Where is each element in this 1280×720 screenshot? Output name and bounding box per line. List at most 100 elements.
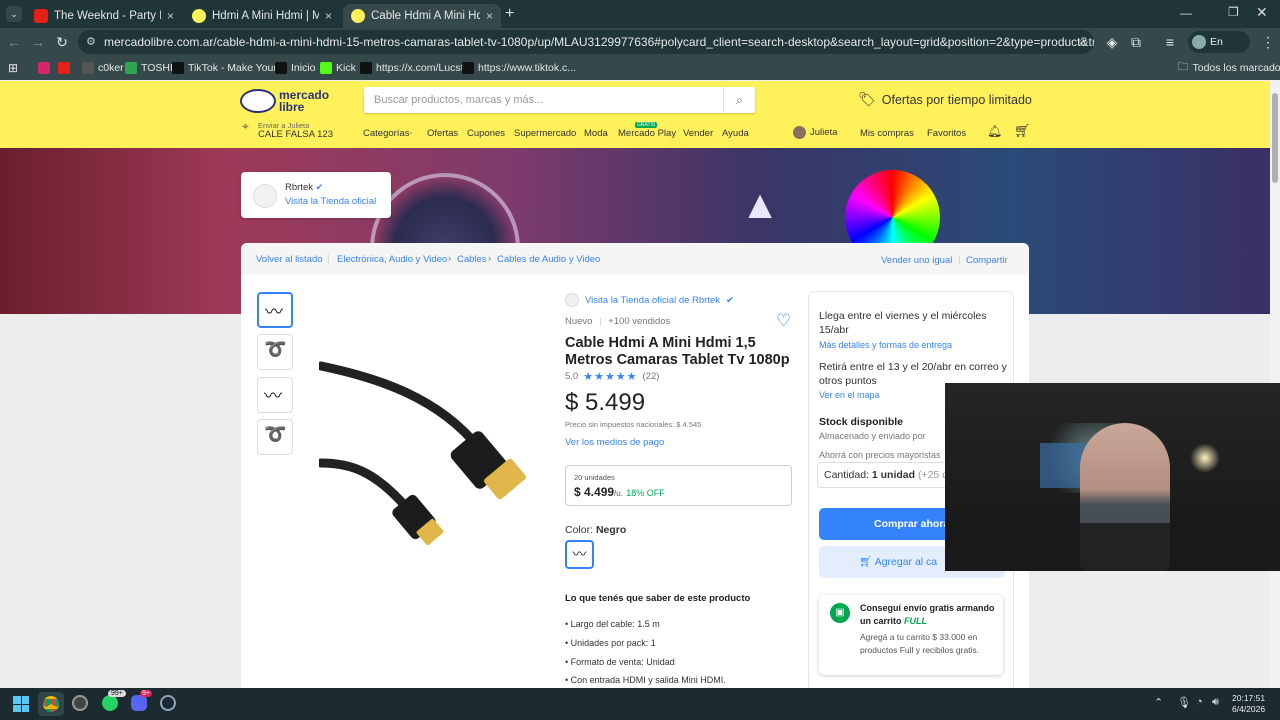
nav-mercado-play[interactable]: Mercado Play: [618, 128, 676, 139]
bookmark-item[interactable]: TOSHI: [125, 60, 173, 76]
thumbnail-4[interactable]: ➰: [257, 419, 293, 455]
tray-chevron-icon[interactable]: ⌃: [1154, 696, 1163, 709]
delivery-details-link[interactable]: Más detalles y formas de entrega: [819, 340, 952, 350]
bookmark-item[interactable]: https://www.tiktok.c...: [462, 60, 576, 76]
maximize-button[interactable]: ❐: [1228, 5, 1239, 19]
promo-link[interactable]: 🏷 Ofertas por tiempo limitado: [858, 91, 1032, 108]
share-link[interactable]: Compartir: [966, 255, 1008, 266]
bookmark-item[interactable]: https://x.com/Lucst...: [360, 60, 472, 76]
address-bar: ← → ↻ ⚙ mercadolibre.com.ar/cable-hdmi-a…: [0, 28, 1280, 70]
map-link[interactable]: Ver en el mapa: [819, 390, 880, 400]
search-input[interactable]: Buscar productos, marcas y más... ⌕: [364, 87, 755, 113]
features-list: • Largo del cable: 1.5 m • Unidades por …: [565, 615, 726, 688]
sold-count: +100 vendidos: [608, 316, 671, 327]
clock[interactable]: 20:17:51 6/4/2026: [1232, 693, 1265, 715]
bookmark-item[interactable]: Inicio: [275, 60, 316, 76]
title-line-2: Metros Camaras Tablet Tv 1080p: [565, 352, 790, 368]
bookmark-item[interactable]: Kick: [320, 60, 356, 76]
close-icon[interactable]: ×: [325, 9, 332, 23]
apps-icon[interactable]: ⊞: [8, 60, 18, 76]
forward-icon[interactable]: →: [28, 32, 48, 52]
whatsapp-taskbar-icon[interactable]: [102, 695, 118, 711]
bulk-discount: 18% OFF: [626, 488, 665, 498]
stored-by: Almacenado y enviado por: [819, 431, 926, 441]
currency: $: [565, 389, 579, 416]
favorites-link[interactable]: Favoritos: [927, 128, 966, 139]
all-bookmarks[interactable]: 🗀 Todos los marcadores: [1178, 60, 1280, 76]
discord-badge: 9+: [140, 690, 152, 697]
bookmark-item[interactable]: c0ker: [82, 60, 124, 76]
extensions-puzzle-icon[interactable]: ⧉: [1126, 32, 1146, 52]
x-icon: [275, 62, 287, 74]
site-info-icon[interactable]: ⚙: [86, 30, 96, 54]
store-card[interactable]: Rbrtek ✔ Visita la Tienda oficial: [241, 172, 391, 218]
tab-party-monster[interactable]: The Weeknd - Party Monster (A ×: [26, 4, 182, 28]
reading-list-icon[interactable]: ≡: [1160, 32, 1180, 52]
profile-button[interactable]: En pausa: [1188, 31, 1250, 70]
nav-categorias[interactable]: Categorías: [363, 128, 409, 139]
bookmark-item[interactable]: [38, 60, 50, 76]
bulk-price-box[interactable]: 20 unidades $ 4.499/u. 18% OFF: [565, 465, 792, 506]
nav-vender[interactable]: Vender: [683, 128, 713, 139]
cart-icon[interactable]: 🛒︎: [1014, 123, 1031, 139]
breadcrumb-item[interactable]: Cables: [457, 254, 487, 265]
bookmark-item[interactable]: [58, 60, 70, 76]
nav-ayuda[interactable]: Ayuda: [722, 128, 749, 139]
bookmark-item[interactable]: TikTok - Make Your...: [172, 60, 285, 76]
nav-supermercado[interactable]: Supermercado: [514, 128, 576, 139]
sell-same-link[interactable]: Vender uno igual: [881, 255, 952, 266]
title-line-1: Cable Hdmi A Mini Hdmi 1,5: [565, 335, 756, 351]
heart-icon[interactable]: ♡: [776, 311, 791, 331]
mercadolibre-logo[interactable]: mercado libre: [240, 87, 340, 115]
windows-start-icon[interactable]: [13, 696, 29, 712]
steam-taskbar-icon[interactable]: [160, 695, 176, 711]
address-text[interactable]: CALE FALSA 123: [258, 129, 333, 140]
scrollbar-thumb[interactable]: [1272, 93, 1278, 183]
bookmark-star-icon[interactable]: ☆: [1076, 30, 1088, 54]
product-image[interactable]: [319, 358, 543, 563]
youtube-icon: [34, 9, 48, 23]
thumbnail-3[interactable]: 〰: [257, 377, 293, 413]
app-taskbar-icon[interactable]: [72, 695, 88, 711]
extension-icon[interactable]: ◈: [1102, 32, 1122, 52]
feature-text: Unidades por pack: 1: [570, 637, 656, 648]
tab-cable-hdmi[interactable]: Cable Hdmi A Mini Hdmi 1,5 M ×: [343, 4, 501, 28]
thumbnail-1[interactable]: 〰: [257, 292, 293, 328]
back-to-list-link[interactable]: Volver al listado: [256, 254, 323, 265]
my-purchases-link[interactable]: Mis compras: [860, 128, 914, 139]
breadcrumb-item[interactable]: Electrónica, Audio y Video: [337, 254, 447, 265]
new-tab-button[interactable]: +: [505, 5, 514, 23]
nav-moda[interactable]: Moda: [584, 128, 608, 139]
volume-icon[interactable]: 🔊︎: [1212, 696, 1219, 709]
search-icon[interactable]: ⌕: [723, 87, 755, 113]
official-store-row[interactable]: Visita la Tienda oficial de Rbrtek ✔: [565, 293, 734, 307]
wifi-icon[interactable]: ◔: [1196, 696, 1203, 708]
thumbnail-2[interactable]: ➰: [257, 334, 293, 370]
tab-hdmi-search[interactable]: Hdmi A Mini Hdmi | MercadoLibre ×: [184, 4, 340, 28]
bell-icon[interactable]: 🔔︎: [987, 124, 1002, 138]
chrome-taskbar-icon[interactable]: [38, 692, 64, 716]
nav-cupones[interactable]: Cupones: [467, 128, 505, 139]
store-link[interactable]: Visita la Tienda oficial: [285, 196, 376, 207]
cart-icon: 🛒︎: [859, 556, 873, 568]
menu-icon[interactable]: ⋮: [1258, 32, 1278, 52]
breadcrumb-item[interactable]: Cables de Audio y Video: [497, 254, 600, 265]
close-window-button[interactable]: ✕: [1256, 4, 1268, 21]
tab-search-icon[interactable]: ⌄: [6, 6, 22, 22]
minimize-button[interactable]: —: [1180, 6, 1192, 20]
reload-icon[interactable]: ↻: [52, 32, 72, 52]
rating-row[interactable]: 5.0 ★★★★★ (22): [565, 370, 659, 383]
close-icon[interactable]: ×: [167, 9, 174, 23]
user-menu[interactable]: Julieta: [793, 126, 837, 139]
microphone-icon[interactable]: 🎙︎: [1177, 696, 1191, 709]
discord-taskbar-icon[interactable]: [131, 695, 147, 711]
stock-label: Stock disponible: [819, 416, 904, 428]
color-swatch[interactable]: 〰: [565, 540, 594, 569]
cable-thumb-icon: 〰: [264, 386, 282, 406]
url-field[interactable]: ⚙ mercadolibre.com.ar/cable-hdmi-a-mini-…: [78, 30, 1094, 54]
close-icon[interactable]: ×: [486, 9, 493, 23]
nav-ofertas[interactable]: Ofertas: [427, 128, 458, 139]
back-icon[interactable]: ←: [4, 32, 24, 52]
payment-methods-link[interactable]: Ver los medios de pago: [565, 437, 664, 448]
free-shipping-card[interactable]: ▣ Conseguí envío gratis armando un carri…: [819, 595, 1003, 675]
